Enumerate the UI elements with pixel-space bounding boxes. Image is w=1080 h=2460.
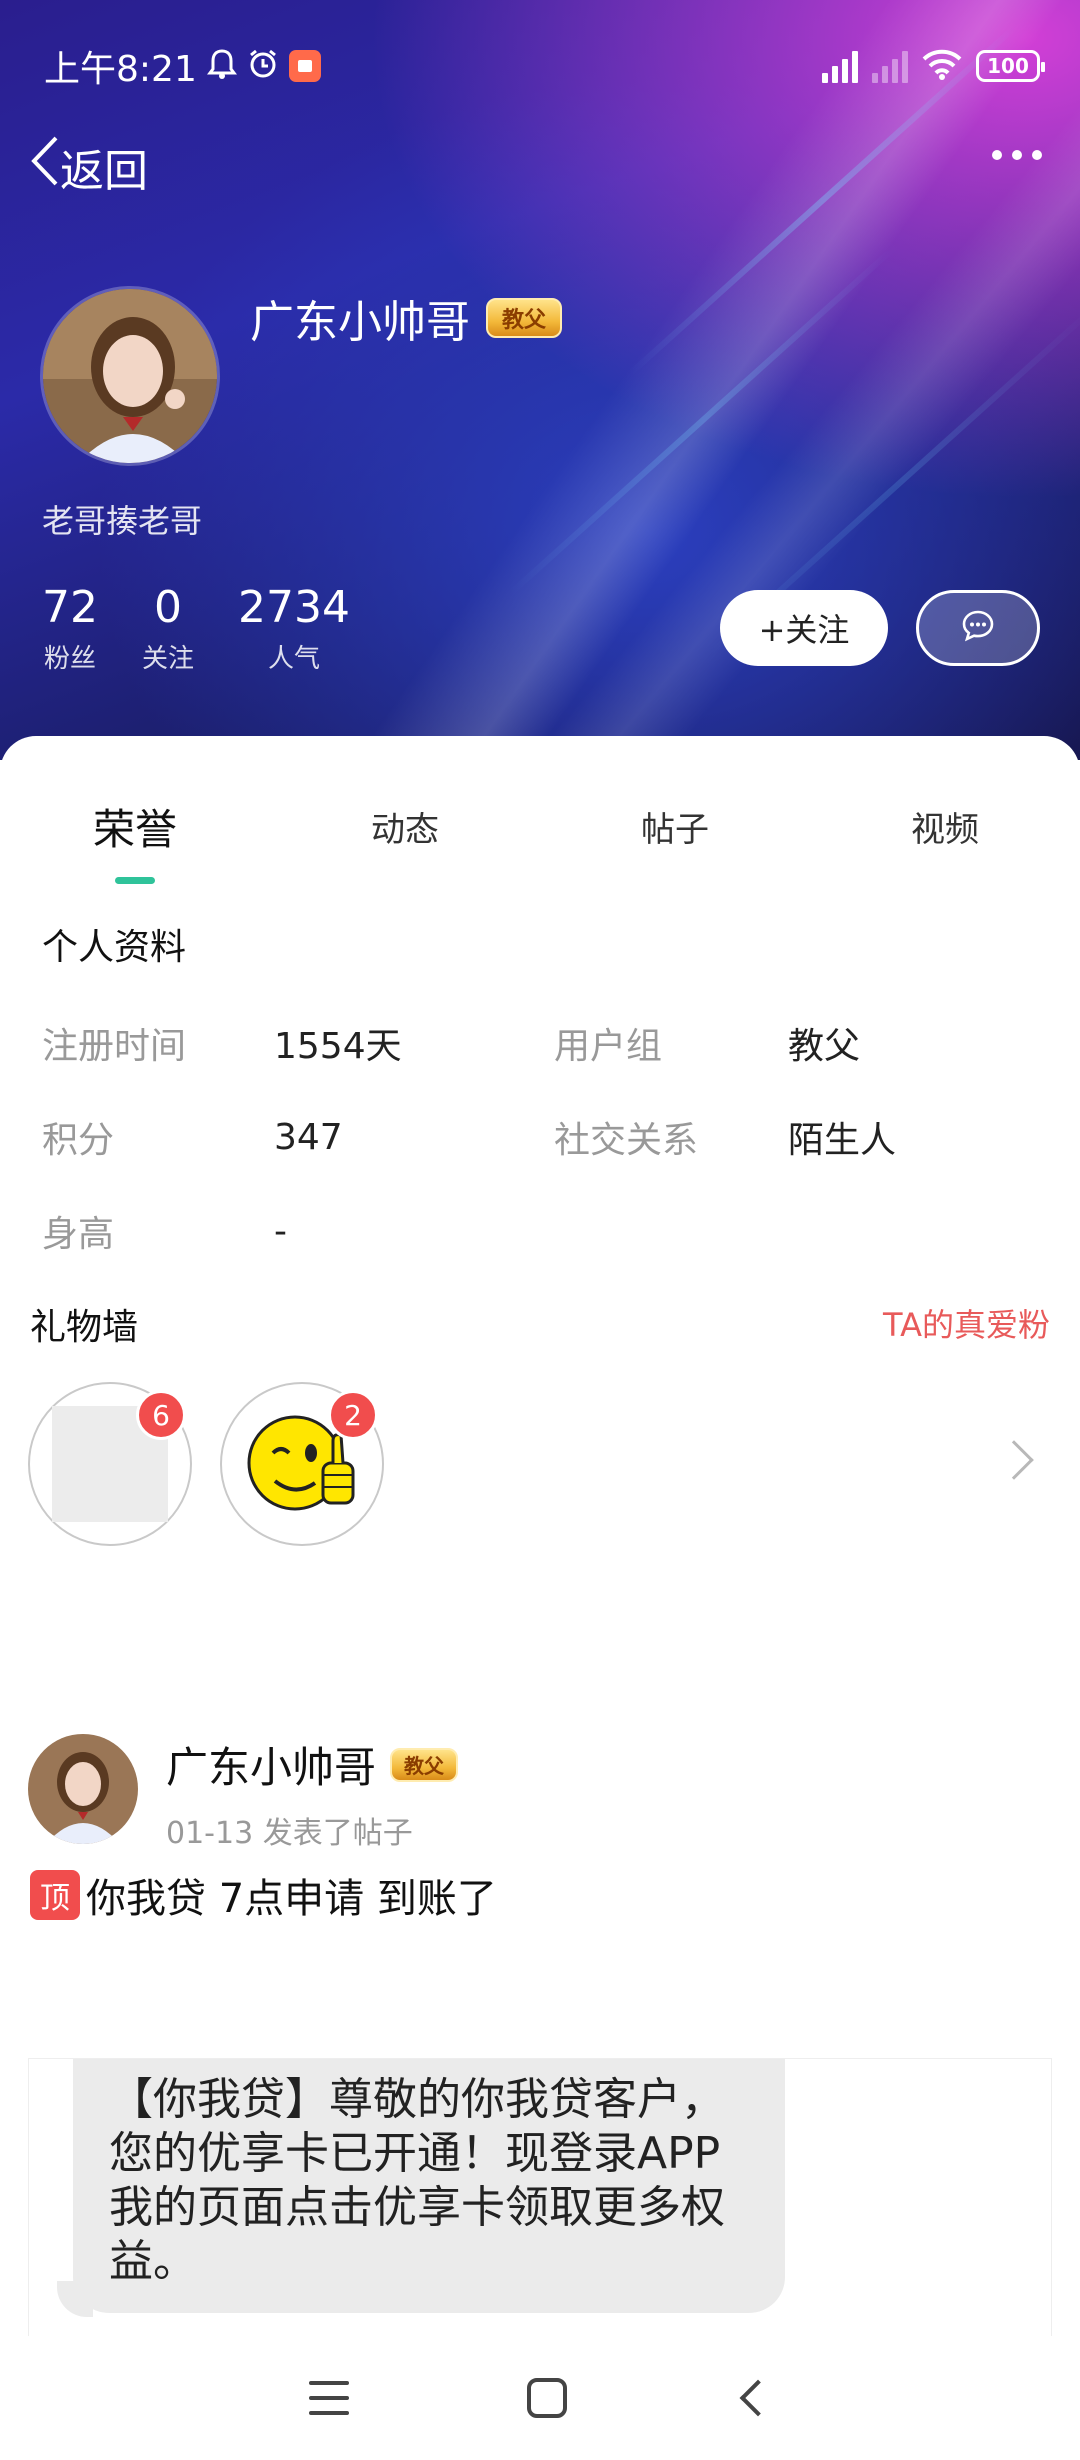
stat-popularity: 2734 人气 <box>238 582 350 675</box>
tab-posts[interactable]: 帖子 <box>540 800 810 880</box>
stat-value: 2734 <box>238 582 350 633</box>
info-label: 用户组 <box>554 1026 663 1067</box>
hd-signal-icon <box>822 49 858 83</box>
profile-name-row: 广东小帅哥 教父 <box>250 286 563 350</box>
home-icon[interactable] <box>527 2378 567 2418</box>
more-options-icon[interactable] <box>992 150 1042 160</box>
stat-fans[interactable]: 72 粉丝 <box>42 582 98 675</box>
stat-label: 粉丝 <box>43 644 96 674</box>
tab-activity[interactable]: 动态 <box>270 800 540 880</box>
light-streak <box>507 243 899 597</box>
stat-label: 关注 <box>142 644 195 674</box>
post-meta: 01-13 发表了帖子 <box>166 1816 413 1851</box>
chat-bubble-icon <box>960 608 996 648</box>
post-author-name[interactable]: 广东小帅哥 <box>166 1734 376 1795</box>
gift-count-badge: 2 <box>328 1390 378 1440</box>
gift-item[interactable]: 2 <box>220 1382 384 1546</box>
wifi-icon <box>922 48 962 84</box>
info-value: 陌生人 <box>788 1120 897 1161</box>
profile-name: 广东小帅哥 <box>250 297 470 348</box>
info-label: 注册时间 <box>42 1026 187 1067</box>
stat-following[interactable]: 0 关注 <box>142 582 194 675</box>
bell-icon <box>206 48 237 84</box>
tab-label: 视频 <box>911 810 979 850</box>
profile-tabs: 荣誉 动态 帖子 视频 <box>0 800 1080 884</box>
system-navigation-bar <box>0 2336 1080 2460</box>
info-value: 1554天 <box>274 1026 402 1067</box>
gift-wall-title: 礼物墙 <box>30 1307 139 1348</box>
signal-weak-icon <box>872 49 908 83</box>
post-title-row[interactable]: 顶 你我贷 7点申请 到账了 <box>30 1866 497 1924</box>
alarm-clock-icon <box>247 48 279 84</box>
info-row: 注册时间 1554天 用户组 教父 <box>42 996 1042 1090</box>
tab-label: 帖子 <box>641 810 709 850</box>
back-arrow-icon[interactable] <box>739 2379 777 2417</box>
tab-active-indicator <box>115 877 155 884</box>
chevron-left-icon <box>30 134 60 199</box>
back-button[interactable]: 返回 <box>30 134 148 199</box>
info-value: 教父 <box>788 1026 861 1067</box>
follow-button[interactable]: +关注 <box>720 590 888 666</box>
status-bar: 上午8:21 100 <box>44 40 1045 92</box>
app-notification-icon <box>288 50 321 82</box>
tab-label: 荣誉 <box>92 805 177 854</box>
profile-stats: 72 粉丝 0 关注 2734 人气 <box>42 582 350 675</box>
post-author-avatar[interactable] <box>28 1734 138 1844</box>
tab-honor[interactable]: 荣誉 <box>0 800 270 884</box>
info-row: 身高 - <box>42 1184 1042 1278</box>
info-label: 身高 <box>42 1214 115 1255</box>
stat-value: 0 <box>154 582 182 633</box>
post-title: 你我贷 7点申请 到账了 <box>86 1876 497 1922</box>
stat-value: 72 <box>42 582 98 633</box>
personal-info-title: 个人资料 <box>42 927 187 968</box>
gift-count-badge: 6 <box>136 1390 186 1440</box>
personal-info-grid: 注册时间 1554天 用户组 教父 积分 347 社交关系 陌生人 身高 - <box>42 996 1042 1278</box>
menu-icon[interactable] <box>309 2381 349 2415</box>
battery-indicator: 100 <box>976 50 1045 82</box>
true-fans-link[interactable]: TA的真爱粉 <box>883 1300 1050 1346</box>
pinned-tag: 顶 <box>30 1870 80 1920</box>
stat-label: 人气 <box>268 644 321 674</box>
profile-signature: 老哥揍老哥 <box>42 502 203 540</box>
post-image[interactable]: 【你我贷】尊敬的你我贷客户，您的优享卡已开通！现登录APP我的页面点击优享卡领取… <box>28 2058 1052 2342</box>
back-label: 返回 <box>60 145 148 197</box>
message-button[interactable] <box>916 590 1040 666</box>
tab-videos[interactable]: 视频 <box>810 800 1080 880</box>
sms-bubble: 【你我贷】尊敬的你我贷客户，您的优享卡已开通！现登录APP我的页面点击优享卡领取… <box>73 2059 785 2313</box>
user-group-badge: 教父 <box>390 1747 459 1782</box>
avatar[interactable] <box>40 286 220 466</box>
info-row: 积分 347 社交关系 陌生人 <box>42 1090 1042 1184</box>
gift-item[interactable]: 6 <box>28 1382 192 1546</box>
post-author-row: 广东小帅哥 教父 <box>166 1734 459 1795</box>
status-time: 上午8:21 <box>44 49 197 90</box>
info-value: 347 <box>274 1116 343 1158</box>
info-value: - <box>274 1210 287 1252</box>
tab-label: 动态 <box>371 810 439 850</box>
info-label: 社交关系 <box>554 1120 699 1161</box>
info-label: 积分 <box>42 1120 115 1161</box>
user-group-badge: 教父 <box>486 298 563 338</box>
sms-bubble-tail <box>57 2281 93 2317</box>
